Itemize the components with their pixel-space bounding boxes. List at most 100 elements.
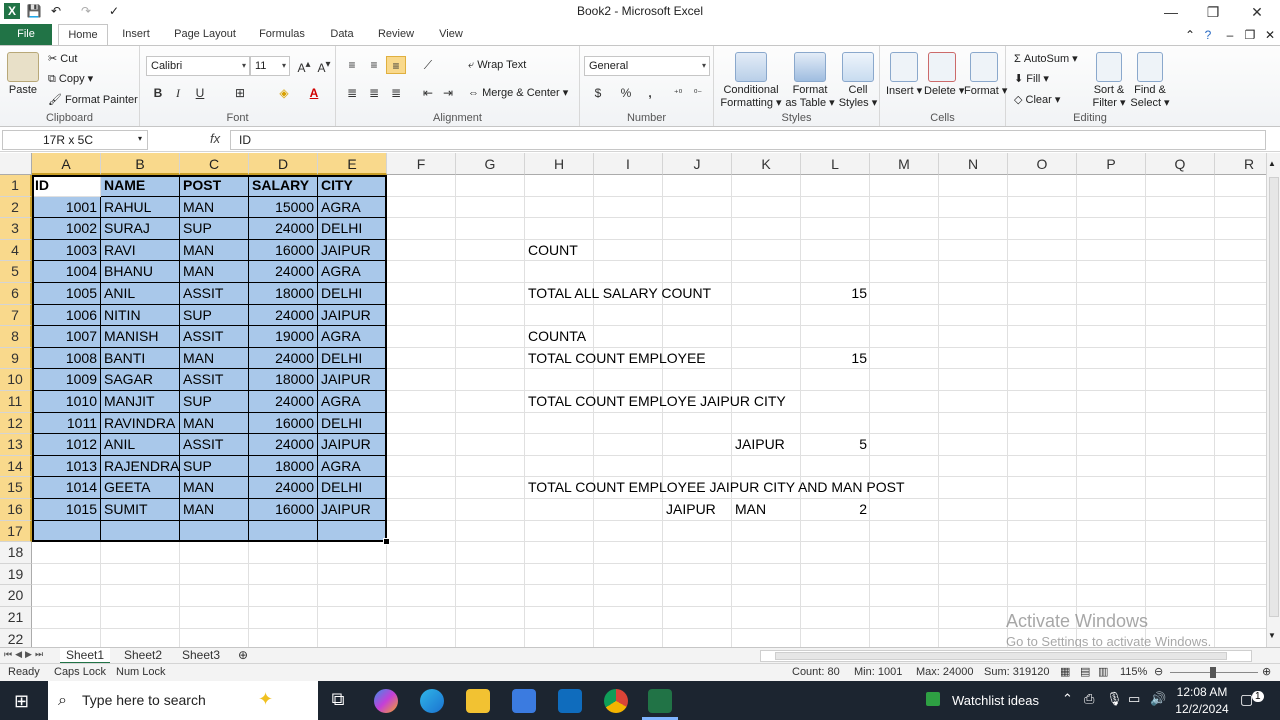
volume-icon[interactable]: 🔊 [1150,691,1166,707]
cell-g2[interactable] [456,196,525,219]
cell-l22[interactable] [801,628,870,647]
cell-d15[interactable]: 24000 [249,477,318,499]
cell-r20[interactable] [1215,585,1266,607]
cell-d10[interactable]: 18000 [249,369,318,391]
cell-r18[interactable] [1215,542,1266,564]
cell-a15[interactable]: 1014 [32,477,101,499]
cell-r21[interactable] [1215,607,1266,629]
cell-l3[interactable] [801,218,870,240]
tab-review[interactable]: Review [374,24,418,45]
cell-m9[interactable] [870,347,939,370]
cell-n7[interactable] [939,304,1008,327]
row-header-20[interactable]: 20 [0,585,32,607]
column-header-k[interactable]: K [732,153,801,175]
font-color-icon[interactable]: A [304,84,324,102]
tab-home[interactable]: Home [58,24,108,46]
cell-h22[interactable] [525,628,594,647]
cell-p12[interactable] [1077,412,1146,435]
cell-styles-button[interactable]: Cell Styles ▾ [838,52,878,109]
microphone-icon[interactable]: 🎙 [1106,691,1123,707]
cell-p5[interactable] [1077,261,1146,283]
row-header-15[interactable]: 15 [0,477,32,499]
cell-g3[interactable] [456,218,525,240]
align-left-icon[interactable]: ≣ [342,84,362,102]
cell-n21[interactable] [939,607,1008,629]
cell-o8[interactable] [1008,326,1077,348]
cell-h13[interactable] [525,434,594,456]
cell-c12[interactable]: MAN [180,412,249,435]
cell-h10[interactable] [525,369,594,391]
cell-f17[interactable] [387,520,456,543]
cell-m11[interactable] [870,391,939,413]
cell-a8[interactable]: 1007 [32,326,101,348]
cell-p8[interactable] [1077,326,1146,348]
cell-f20[interactable] [387,585,456,607]
cell-j18[interactable] [663,542,732,564]
cell-f9[interactable] [387,347,456,370]
cell-e11[interactable]: AGRA [318,391,387,413]
cell-k5[interactable] [732,261,801,283]
cell-e4[interactable]: JAIPUR [318,239,387,262]
tab-formulas[interactable]: Formulas [254,24,310,45]
copilot-sparkle-icon[interactable]: ✦ [258,689,273,710]
row-header-6[interactable]: 6 [0,283,32,305]
cell-d18[interactable] [249,542,318,564]
cell-j1[interactable] [663,175,732,197]
cell-c10[interactable]: ASSIT [180,369,249,391]
cell-k19[interactable] [732,563,801,586]
cell-p13[interactable] [1077,434,1146,456]
cell-b12[interactable]: RAVINDRA [101,412,180,435]
cell-b5[interactable]: BHANU [101,261,180,283]
cell-n19[interactable] [939,563,1008,586]
increase-decimal-icon[interactable]: ⁺⁰ [668,84,688,102]
fill-button[interactable]: ⬇ Fill ▾ [1014,72,1049,85]
cell-g7[interactable] [456,304,525,327]
cell-h1[interactable] [525,175,594,197]
cell-r13[interactable] [1215,434,1266,456]
fill-handle[interactable] [383,538,390,546]
cell-c9[interactable]: MAN [180,347,249,370]
cell-i20[interactable] [594,585,663,607]
cell-f16[interactable] [387,499,456,521]
grow-font-icon[interactable]: A▴ [294,56,314,75]
cell-n11[interactable] [939,391,1008,413]
cell-g15[interactable] [456,477,525,499]
font-size-select[interactable]: 11 ▾ [250,56,290,76]
insert-cells-button[interactable]: Insert ▾ [886,52,922,97]
cell-n4[interactable] [939,239,1008,262]
cell-i10[interactable] [594,369,663,391]
select-all-corner[interactable] [0,153,32,175]
cell-q19[interactable] [1146,563,1215,586]
cell-l2[interactable] [801,196,870,219]
cell-i8[interactable] [594,326,663,348]
row-header-22[interactable]: 22 [0,628,32,647]
cell-i13[interactable] [594,434,663,456]
row-header-13[interactable]: 13 [0,434,32,456]
cell-m19[interactable] [870,563,939,586]
column-header-e[interactable]: E [318,153,387,175]
cell-q11[interactable] [1146,391,1215,413]
cell-f12[interactable] [387,412,456,435]
row-header-9[interactable]: 9 [0,347,32,370]
cell-d5[interactable]: 24000 [249,261,318,283]
cell-o7[interactable] [1008,304,1077,327]
cell-p20[interactable] [1077,585,1146,607]
cell-o20[interactable] [1008,585,1077,607]
cell-m2[interactable] [870,196,939,219]
cell-d17[interactable] [249,520,318,543]
cell-i22[interactable] [594,628,663,647]
cell-f10[interactable] [387,369,456,391]
cell-m7[interactable] [870,304,939,327]
cell-d1[interactable]: SALARY [249,175,318,197]
cell-r8[interactable] [1215,326,1266,348]
cell-m22[interactable] [870,628,939,647]
decrease-decimal-icon[interactable]: ⁰⁻ [688,84,708,102]
cell-b14[interactable]: RAJENDRA [101,455,180,478]
row-header-17[interactable]: 17 [0,520,32,543]
currency-button[interactable]: $ [588,84,608,102]
cell-b15[interactable]: GEETA [101,477,180,499]
cell-j10[interactable] [663,369,732,391]
cell-m4[interactable] [870,239,939,262]
cell-e3[interactable]: DELHI [318,218,387,240]
cell-a1[interactable]: ID [32,175,101,197]
